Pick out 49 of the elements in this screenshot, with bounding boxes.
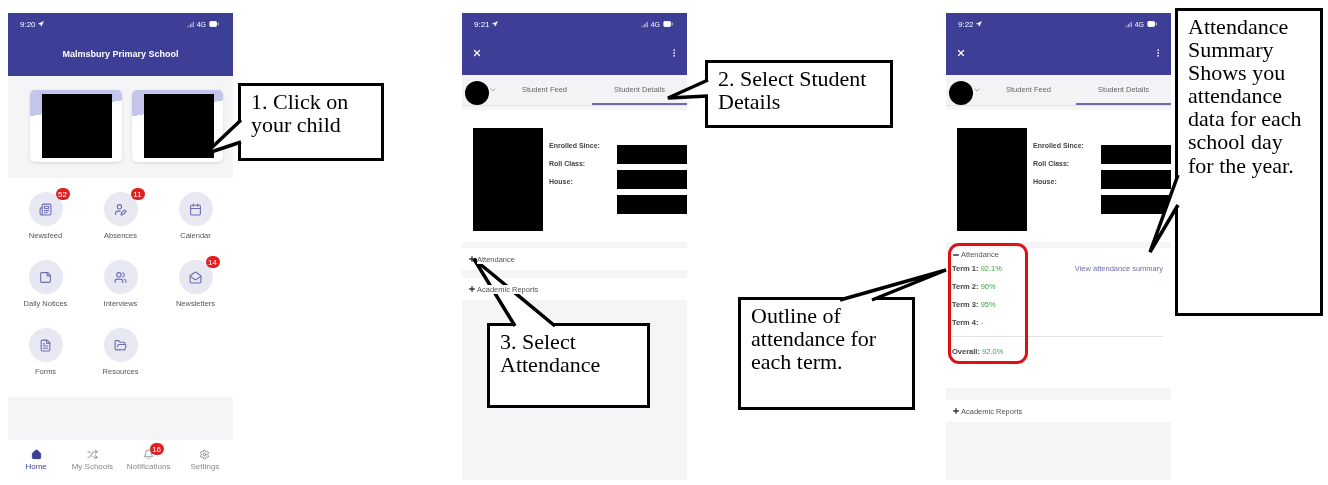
nav-tab[interactable]: Settings (188, 443, 222, 471)
redaction-block (1101, 145, 1171, 164)
nav-tab[interactable]: My Schools (69, 443, 116, 471)
battery-icon (663, 19, 673, 29)
signal-icon (186, 20, 194, 28)
battery-icon (1147, 19, 1157, 29)
count-badge: 14 (205, 256, 220, 268)
redaction-block (617, 145, 687, 164)
home-icon (30, 449, 42, 460)
nav-tab[interactable]: Home (23, 443, 49, 471)
app-title: Malmsbury Primary School (61, 47, 180, 61)
settings-icon (199, 449, 211, 460)
redaction-block (617, 170, 687, 189)
signal-icon (640, 20, 648, 28)
redaction-circle (949, 81, 973, 105)
calendar-icon (178, 192, 213, 226)
count-badge: 52 (55, 188, 70, 200)
redaction-block (1101, 195, 1171, 214)
location-arrow-icon (37, 21, 44, 27)
plus-icon (468, 285, 476, 293)
note-icon (28, 260, 63, 294)
child-card[interactable] (131, 90, 223, 162)
folder-icon (103, 328, 138, 362)
status-time: 9:21 (474, 19, 498, 29)
status-time: 9:20 (20, 19, 44, 29)
status-time: 9:22 (958, 19, 982, 29)
count-badge: 11 (130, 188, 145, 200)
close-icon[interactable] (956, 48, 966, 58)
signal-icon (1124, 20, 1132, 28)
document-icon (28, 328, 63, 362)
people-icon (103, 260, 138, 294)
redaction-block (143, 94, 214, 158)
callout-box: 2. Select Student Details (705, 60, 893, 128)
callout-box: 1. Click on your child (238, 83, 384, 161)
count-badge: 16 (149, 443, 164, 455)
location-arrow-icon (975, 21, 982, 27)
child-card[interactable] (30, 90, 122, 162)
battery-icon (209, 19, 219, 29)
plus-icon (952, 407, 960, 415)
redaction-block (42, 94, 112, 158)
plus-icon (468, 255, 476, 263)
shuffle-icon (86, 449, 98, 460)
location-arrow-icon (491, 21, 498, 27)
redaction-circle (465, 81, 489, 105)
bell-icon (143, 449, 155, 460)
redaction-block (1101, 170, 1171, 189)
nav-tab[interactable]: Notifications 16 (124, 443, 173, 471)
redaction-block (617, 195, 687, 214)
close-icon[interactable] (472, 48, 482, 58)
